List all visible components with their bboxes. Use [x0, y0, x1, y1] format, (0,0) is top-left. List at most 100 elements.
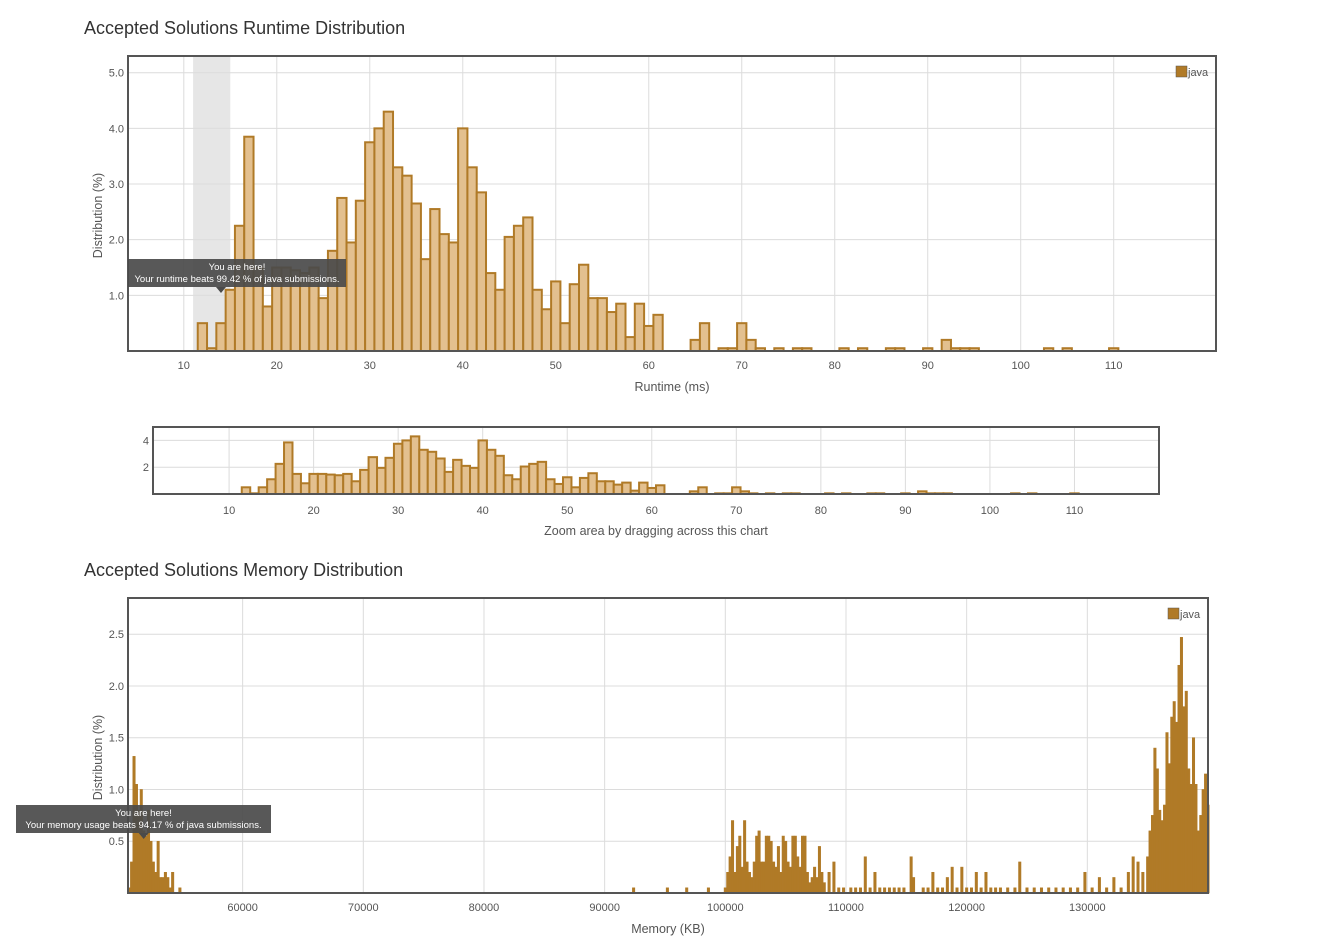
zoom-x-tick-label: 110	[1066, 505, 1084, 517]
zoom-bar	[485, 448, 497, 495]
zoom-bar	[536, 460, 548, 495]
memory-bar	[950, 866, 954, 894]
memory-bar	[931, 871, 935, 894]
runtime-bar	[596, 297, 608, 353]
runtime-bar	[410, 202, 422, 352]
runtime-y-tick-label: 4.0	[109, 123, 124, 135]
zoom-bar	[545, 478, 556, 496]
runtime-bar	[559, 322, 571, 352]
runtime-bar	[633, 302, 646, 353]
memory-bar	[1172, 701, 1176, 894]
memory-x-tick-label: 100000	[707, 902, 744, 914]
runtime-bar	[652, 313, 664, 352]
runtime-bar	[512, 224, 525, 352]
memory-plot[interactable]: 60000 70000 80000 90000 100000 110000 120000 13…	[91, 597, 1210, 936]
runtime-bar	[373, 127, 385, 352]
memory-y-tick-label: 1.5	[109, 733, 124, 745]
memory-bar	[912, 877, 916, 894]
runtime-bar	[196, 322, 209, 352]
memory-bar	[1167, 763, 1171, 894]
runtime-bar	[745, 338, 757, 352]
runtime-x-tick-label: 10	[178, 360, 190, 372]
zoom-plot[interactable]: 10 20 30 40 50 60 70 80 90 100 110 2 4	[143, 426, 1160, 517]
memory-y-tick-label: 2.0	[109, 681, 124, 693]
memory-legend-label: java	[1179, 609, 1201, 621]
runtime-x-tick-label: 60	[643, 360, 655, 372]
runtime-bar	[624, 336, 636, 352]
zoom-x-tick-label: 20	[307, 505, 319, 517]
memory-tooltip-line1: You are here!	[115, 808, 172, 819]
memory-bar	[1158, 809, 1162, 894]
runtime-plot[interactable]: 10 20 30 40 50 60 70 80 90 100 110 1.0 2.0 3.0 4.0 5.0 R…	[91, 55, 1217, 394]
zoom-bar	[401, 439, 412, 495]
zoom-bar	[511, 478, 522, 496]
memory-bar	[142, 830, 146, 894]
memory-bar	[755, 835, 759, 894]
memory-x-tick-label: 120000	[948, 902, 985, 914]
memory-bar	[1196, 830, 1200, 894]
zoom-bar	[494, 454, 505, 495]
memory-bar	[796, 856, 800, 894]
runtime-x-tick-label: 40	[457, 360, 469, 372]
zoom-x-tick-label: 70	[730, 505, 742, 517]
memory-bar	[154, 871, 158, 894]
memory-x-axis-title: Memory (KB)	[631, 922, 705, 936]
zoom-bar	[553, 482, 565, 496]
runtime-bar	[540, 308, 553, 353]
memory-bar	[166, 877, 170, 894]
memory-bar	[757, 830, 761, 894]
runtime-bar	[215, 322, 227, 352]
zoom-bar	[570, 486, 581, 495]
runtime-y-tick-label: 1.0	[109, 290, 124, 302]
runtime-bar	[531, 288, 543, 353]
runtime-legend-label: java	[1187, 67, 1209, 79]
runtime-y-tick-label: 3.0	[109, 179, 124, 191]
zoom-bar	[443, 470, 455, 496]
zoom-bar	[367, 456, 379, 495]
memory-bar	[815, 877, 819, 894]
memory-bar	[1148, 830, 1152, 894]
memory-bar	[791, 835, 795, 894]
zoom-y-tick-label: 2	[143, 462, 149, 474]
memory-y-tick-label: 0.5	[109, 836, 124, 848]
runtime-x-tick-label: 110	[1105, 360, 1123, 372]
zoom-x-tick-label: 60	[646, 505, 658, 517]
memory-bar	[134, 784, 138, 894]
zoom-bar	[452, 458, 463, 495]
memory-bar	[1112, 877, 1116, 894]
memory-bar	[945, 877, 949, 894]
runtime-y-tick-label: 2.0	[109, 235, 124, 247]
zoom-bar	[316, 472, 328, 495]
memory-bar	[1194, 784, 1198, 894]
runtime-bar	[457, 127, 469, 352]
memory-bar	[779, 871, 783, 894]
zoom-bar	[519, 465, 531, 495]
memory-bar	[740, 866, 744, 894]
runtime-bar	[243, 135, 255, 352]
memory-bar	[784, 840, 788, 894]
memory-frame	[127, 597, 1209, 894]
memory-bar	[960, 866, 964, 894]
memory-bar	[159, 877, 163, 894]
runtime-bar	[317, 297, 329, 353]
runtime-bar	[940, 338, 952, 352]
memory-bar	[1170, 716, 1174, 894]
zoom-bar	[502, 474, 514, 495]
zoom-bar	[333, 474, 345, 495]
memory-bar	[832, 861, 836, 894]
zoom-x-tick-label: 10	[223, 505, 235, 517]
runtime-bar	[419, 258, 432, 352]
memory-bar	[144, 835, 148, 894]
memory-legend-swatch	[1167, 607, 1180, 620]
zoom-bar	[477, 439, 488, 495]
runtime-distribution-chart[interactable]: 10 20 30 40 50 60 70 80 90 100 110 1.0 2.0 3.0 4.0 5.0 R…	[0, 0, 1334, 947]
runtime-bar	[522, 216, 534, 352]
memory-bar	[810, 877, 814, 894]
zoom-bar	[274, 462, 286, 496]
zoom-bar	[562, 476, 573, 495]
memory-bar	[873, 871, 877, 894]
zoom-bar	[308, 472, 319, 495]
memory-bar	[801, 835, 805, 894]
memory-x-tick-label: 90000	[589, 902, 620, 914]
memory-bar	[974, 871, 978, 894]
